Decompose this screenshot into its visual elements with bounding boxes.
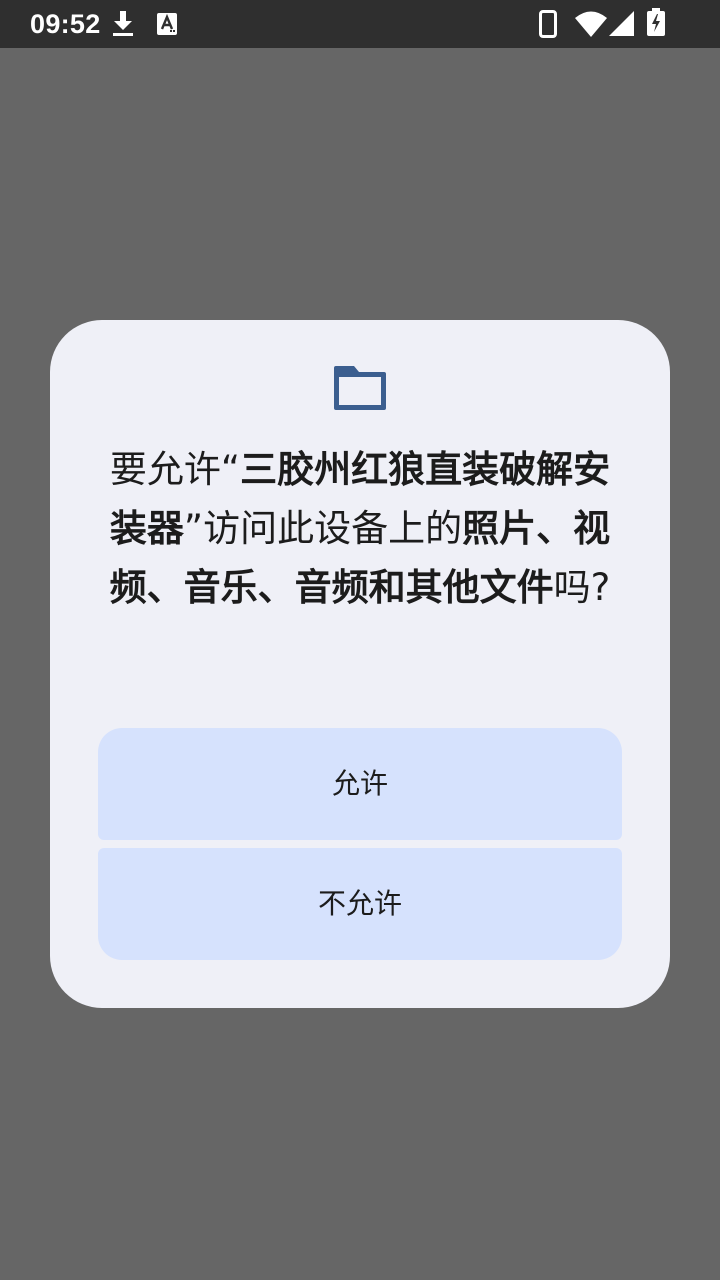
allow-button-label: 允许 [331, 767, 388, 800]
download-icon [113, 11, 133, 36]
message-middle: ”访问此设备上的 [183, 507, 463, 550]
signal-icon [609, 11, 634, 36]
message-prefix: 要允许“ [109, 448, 241, 491]
status-time: 09:52 [30, 9, 101, 39]
deny-button[interactable]: 不允许 [98, 848, 622, 960]
permission-message: 要允许“三胶州红狼直装破解安装器”访问此设备上的照片、视频、音乐、音频和其他文件… [94, 440, 626, 617]
wifi-icon [575, 11, 607, 37]
allow-button[interactable]: 允许 [98, 728, 622, 840]
permission-dialog: 要允许“三胶州红狼直装破解安装器”访问此设备上的照片、视频、音乐、音频和其他文件… [50, 320, 670, 1008]
status-bar: 09:52 [0, 0, 720, 48]
battery-charging-icon [647, 8, 665, 36]
deny-button-label: 不允许 [317, 887, 402, 920]
keyboard-a-icon [157, 13, 177, 35]
folder-icon [334, 366, 386, 410]
message-suffix: 吗? [553, 566, 611, 609]
phone-icon [539, 10, 557, 38]
